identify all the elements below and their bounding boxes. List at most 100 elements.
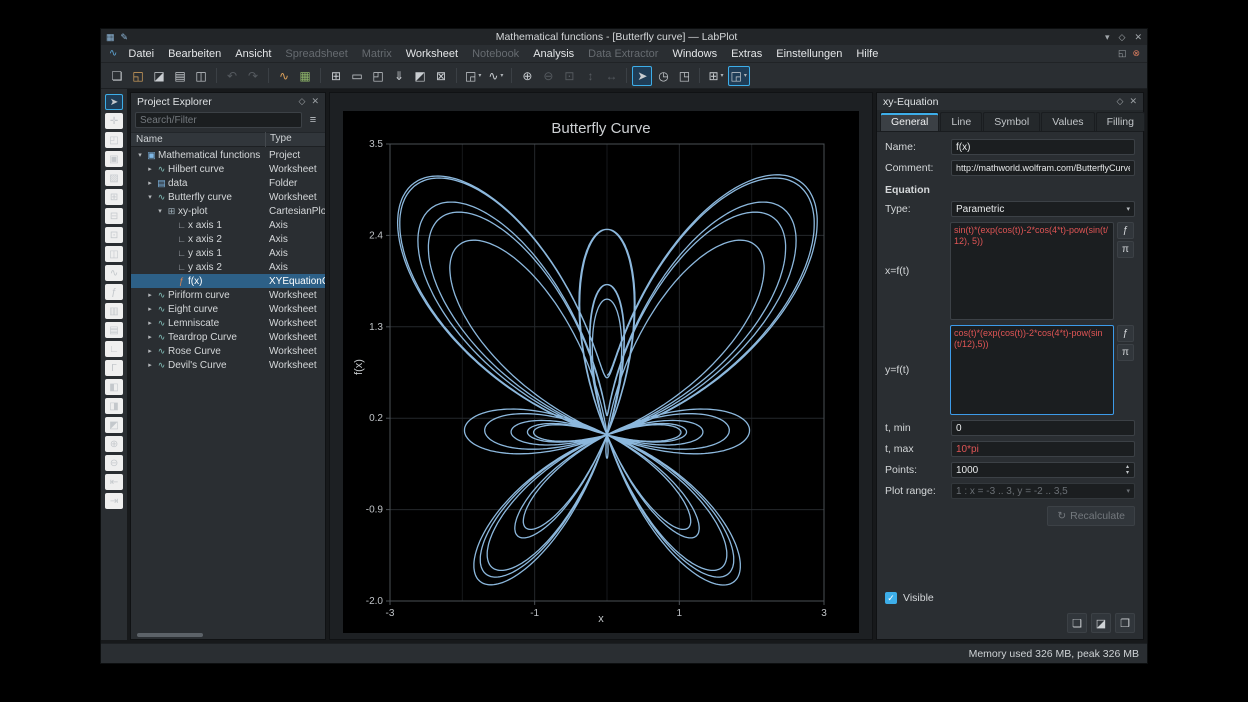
tab-values[interactable]: Values <box>1041 112 1094 131</box>
print-icon[interactable]: ▤ <box>170 66 190 86</box>
insert-function-button[interactable]: ƒ <box>1117 325 1134 342</box>
new-worksheet-icon[interactable]: ∿ <box>274 66 294 86</box>
points-spinbox[interactable]: ▴▾ <box>951 462 1135 478</box>
select-tool-icon[interactable]: ➤ <box>105 94 123 110</box>
filter-icon[interactable]: ≡ <box>305 112 321 128</box>
menu-analysis[interactable]: Analysis <box>526 48 581 60</box>
name-field[interactable] <box>951 139 1135 155</box>
chevron-right-icon[interactable]: ▸ <box>145 347 155 355</box>
menu-bearbeiten[interactable]: Bearbeiten <box>161 48 228 60</box>
chevron-right-icon[interactable]: ▸ <box>145 179 155 187</box>
chevron-right-icon[interactable]: ▸ <box>145 165 155 173</box>
auto-scale-icon[interactable]: ◧ <box>105 379 123 395</box>
zoom-in-icon[interactable]: ⊕ <box>517 66 537 86</box>
tab-filling[interactable]: Filling <box>1096 112 1145 131</box>
save-icon[interactable]: ◪ <box>149 66 169 86</box>
visible-checkbox[interactable]: ✓ <box>885 592 897 604</box>
zoom-out-plot-icon[interactable]: ⊖ <box>105 455 123 471</box>
tab-line[interactable]: Line <box>940 112 982 131</box>
tree-item-teardrop-curve[interactable]: ▸∿Teardrop CurveWorksheet <box>131 330 325 344</box>
undo-icon[interactable]: ↶ <box>222 66 242 86</box>
t-min-field[interactable] <box>951 420 1135 436</box>
chevron-down-icon[interactable]: ▾ <box>135 151 145 159</box>
import-sql-icon[interactable]: ◩ <box>410 66 430 86</box>
tree-item-y-axis-2[interactable]: ∟y axis 2Axis <box>131 260 325 274</box>
fullscreen-icon[interactable]: ◳ <box>674 66 694 86</box>
zoom-out-icon[interactable]: ⊖ <box>538 66 558 86</box>
chevron-right-icon[interactable]: ▸ <box>145 333 155 341</box>
tree-item-f-x[interactable]: ƒf(x)XYEquationCurve <box>131 274 325 288</box>
column-header-type[interactable]: Type <box>265 132 292 147</box>
insert-function-button[interactable]: ƒ <box>1117 222 1134 239</box>
y-equation-input[interactable]: cos(t)*(exp(cos(t))-2*cos(4*t)-pow(sin(t… <box>950 325 1114 415</box>
menu-ansicht[interactable]: Ansicht <box>228 48 278 60</box>
tree-item-mathematical-functions[interactable]: ▾▣Mathematical functionsProject <box>131 148 325 162</box>
tree-item-rose-curve[interactable]: ▸∿Rose CurveWorksheet <box>131 344 325 358</box>
add-plot-centered-icon[interactable]: ⊡ <box>105 227 123 243</box>
new-note-icon[interactable]: ▭ <box>347 66 367 86</box>
tree-item-hilbert-curve[interactable]: ▸∿Hilbert curveWorksheet <box>131 162 325 176</box>
close-dock-icon[interactable]: ✕ <box>1129 96 1137 107</box>
close-child-window-icon[interactable]: ⊗ <box>1132 48 1140 59</box>
tree-item-data[interactable]: ▸▤dataFolder <box>131 176 325 190</box>
shift-right-x-icon[interactable]: ⇥ <box>105 493 123 509</box>
x-equation-input[interactable]: sin(t)*(exp(cos(t))-2*cos(4*t)-pow(sin(t… <box>950 222 1114 320</box>
add-plot-two-axes-icon[interactable]: ⊟ <box>105 208 123 224</box>
chevron-right-icon[interactable]: ▸ <box>145 319 155 327</box>
open-file-icon[interactable]: ◱ <box>128 66 148 86</box>
new-spreadsheet-icon[interactable]: ▦ <box>295 66 315 86</box>
tree-item-devil-s-curve[interactable]: ▸∿Devil's CurveWorksheet <box>131 358 325 372</box>
close-dock-icon[interactable]: ✕ <box>311 96 319 107</box>
worksheet-view[interactable]: -3-1133.52.41.30.2-0.9-2.0 Butterfly Cur… <box>329 92 873 640</box>
add-curve-icon[interactable]: ∿▾ <box>485 66 506 86</box>
insert-constant-button[interactable]: π <box>1117 344 1134 361</box>
float-dock-icon[interactable]: ◇ <box>1117 96 1124 107</box>
shift-left-x-icon[interactable]: ⇤ <box>105 474 123 490</box>
presenter-mode-icon[interactable]: ◷ <box>653 66 673 86</box>
zoom-fit-width-icon[interactable]: ↔ <box>601 66 621 86</box>
search-input[interactable] <box>135 112 302 128</box>
column-header-name[interactable]: Name <box>131 134 163 145</box>
zoom-in-plot-icon[interactable]: ⊕ <box>105 436 123 452</box>
new-matrix-icon[interactable]: ⊞ <box>326 66 346 86</box>
tab-general[interactable]: General <box>880 112 939 131</box>
crosshair-tool-icon[interactable]: ✛ <box>105 113 123 129</box>
new-datapicker-icon[interactable]: ⊠ <box>431 66 451 86</box>
chevron-down-icon[interactable]: ▾ <box>155 207 165 215</box>
zoom-fit-height-icon[interactable]: ↕ <box>580 66 600 86</box>
points-field[interactable] <box>951 462 1135 478</box>
tree-item-x-axis-1[interactable]: ∟x axis 1Axis <box>131 218 325 232</box>
tree-item-y-axis-1[interactable]: ∟y axis 1Axis <box>131 246 325 260</box>
redo-icon[interactable]: ↷ <box>243 66 263 86</box>
zoom-fit-icon[interactable]: ⊡ <box>559 66 579 86</box>
spinner-arrows-icon[interactable]: ▴▾ <box>1122 463 1133 477</box>
print-preview-icon[interactable]: ◫ <box>191 66 211 86</box>
menu-einstellungen[interactable]: Einstellungen <box>769 48 849 60</box>
xy-equation-header[interactable]: xy-Equation ◇ ✕ <box>877 93 1143 110</box>
menu-datei[interactable]: Datei <box>121 48 161 60</box>
minimize-icon[interactable]: ▾ <box>1105 32 1110 43</box>
add-axis-icon[interactable]: ∟ <box>105 341 123 357</box>
tree-item-x-axis-2[interactable]: ∟x axis 2Axis <box>131 232 325 246</box>
titlebar[interactable]: ▦ ✎ Mathematical functions - [Butterfly … <box>101 29 1147 45</box>
close-icon[interactable]: ✕ <box>1134 32 1142 43</box>
select-pointer-icon[interactable]: ➤ <box>632 66 652 86</box>
tree-item-butterfly-curve[interactable]: ▾∿Butterfly curveWorksheet <box>131 190 325 204</box>
menu-worksheet[interactable]: Worksheet <box>399 48 465 60</box>
chevron-right-icon[interactable]: ▸ <box>145 361 155 369</box>
zoom-select-tool-icon[interactable]: ◰ <box>105 132 123 148</box>
add-legend-icon[interactable]: ▤ <box>105 322 123 338</box>
load-template-button[interactable]: ❏ <box>1067 613 1087 633</box>
add-text-label-icon[interactable]: ▣ <box>105 151 123 167</box>
tree-item-lemniscate[interactable]: ▸∿LemniscateWorksheet <box>131 316 325 330</box>
tree-item-piriform-curve[interactable]: ▸∿Piriform curveWorksheet <box>131 288 325 302</box>
new-document-icon[interactable]: ❏ <box>107 66 127 86</box>
add-axis-top-icon[interactable]: Γ <box>105 360 123 376</box>
worksheet-sheet[interactable]: -3-1133.52.41.30.2-0.9-2.0 Butterfly Cur… <box>343 111 859 633</box>
import-file-icon[interactable]: ⇓ <box>389 66 409 86</box>
comment-field[interactable] <box>951 160 1135 176</box>
cartesian-plot-mode-icon[interactable]: ⊞▾ <box>705 66 726 86</box>
add-plot-four-axes-icon[interactable]: ⊞ <box>105 189 123 205</box>
plot-svg[interactable]: -3-1133.52.41.30.2-0.9-2.0 <box>343 111 859 633</box>
chevron-right-icon[interactable]: ▸ <box>145 291 155 299</box>
